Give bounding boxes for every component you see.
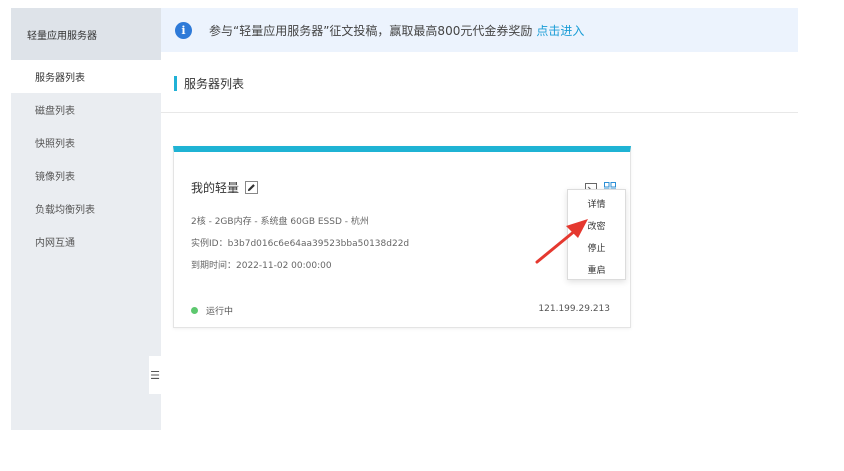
sidebar-item-snapshot-list[interactable]: 快照列表 bbox=[11, 126, 161, 159]
server-actions-menu: 详情 改密 停止 重启 bbox=[567, 189, 626, 280]
server-name: 我的轻量 bbox=[191, 181, 240, 195]
sidebar-item-load-balancer-list[interactable]: 负载均衡列表 bbox=[11, 192, 161, 225]
status-badge: 运行中 bbox=[191, 304, 233, 317]
status-dot-icon bbox=[191, 307, 198, 314]
server-spec: 2核 - 2GB内存 - 系统盘 60GB ESSD - 杭州 bbox=[191, 217, 369, 227]
title-accent-bar bbox=[174, 76, 177, 91]
instance-id: 实例ID：b3b7d016c6e64aa39523bba50138d22d bbox=[191, 239, 410, 249]
sidebar-item-intranet[interactable]: 内网互通 bbox=[11, 225, 161, 258]
sidebar-item-disk-list[interactable]: 磁盘列表 bbox=[11, 93, 161, 126]
server-card: 我的轻量 2核 - 2GB内存 - 系统盘 60GB ESSD - 杭州 实例I… bbox=[173, 146, 631, 328]
sidebar-title: 轻量应用服务器 bbox=[11, 8, 161, 60]
sidebar-item-server-list[interactable]: 服务器列表 bbox=[11, 60, 161, 93]
sidebar-collapse-handle[interactable]: ☰ bbox=[149, 356, 161, 394]
menu-item-stop[interactable]: 停止 bbox=[568, 236, 625, 258]
section-divider bbox=[161, 112, 798, 113]
menu-item-restart[interactable]: 重启 bbox=[568, 258, 625, 280]
banner-link[interactable]: 点击进入 bbox=[536, 22, 584, 39]
page-title: 服务器列表 bbox=[184, 77, 245, 91]
promo-banner: i 参与“轻量应用服务器”征文投稿，赢取最高800元代金券奖励 点击进入 bbox=[161, 8, 798, 52]
expire-time: 到期时间：2022-11-02 00:00:00 bbox=[191, 261, 332, 271]
section-header: 服务器列表 bbox=[174, 75, 244, 92]
edit-icon[interactable] bbox=[245, 181, 259, 194]
status-text: 运行中 bbox=[206, 307, 234, 317]
menu-item-change-password[interactable]: 改密 bbox=[568, 214, 625, 236]
info-icon: i bbox=[175, 21, 192, 39]
menu-item-details[interactable]: 详情 bbox=[568, 192, 625, 214]
public-ip: 121.199.29.213 bbox=[538, 304, 610, 314]
sidebar-item-image-list[interactable]: 镜像列表 bbox=[11, 159, 161, 192]
sidebar: 轻量应用服务器 服务器列表 磁盘列表 快照列表 镜像列表 负载均衡列表 内网互通… bbox=[11, 8, 161, 430]
server-name-row: 我的轻量 bbox=[191, 179, 259, 196]
banner-text: 参与“轻量应用服务器”征文投稿，赢取最高800元代金券奖励 bbox=[209, 23, 533, 38]
menu-collapse-icon: ☰ bbox=[150, 368, 160, 382]
